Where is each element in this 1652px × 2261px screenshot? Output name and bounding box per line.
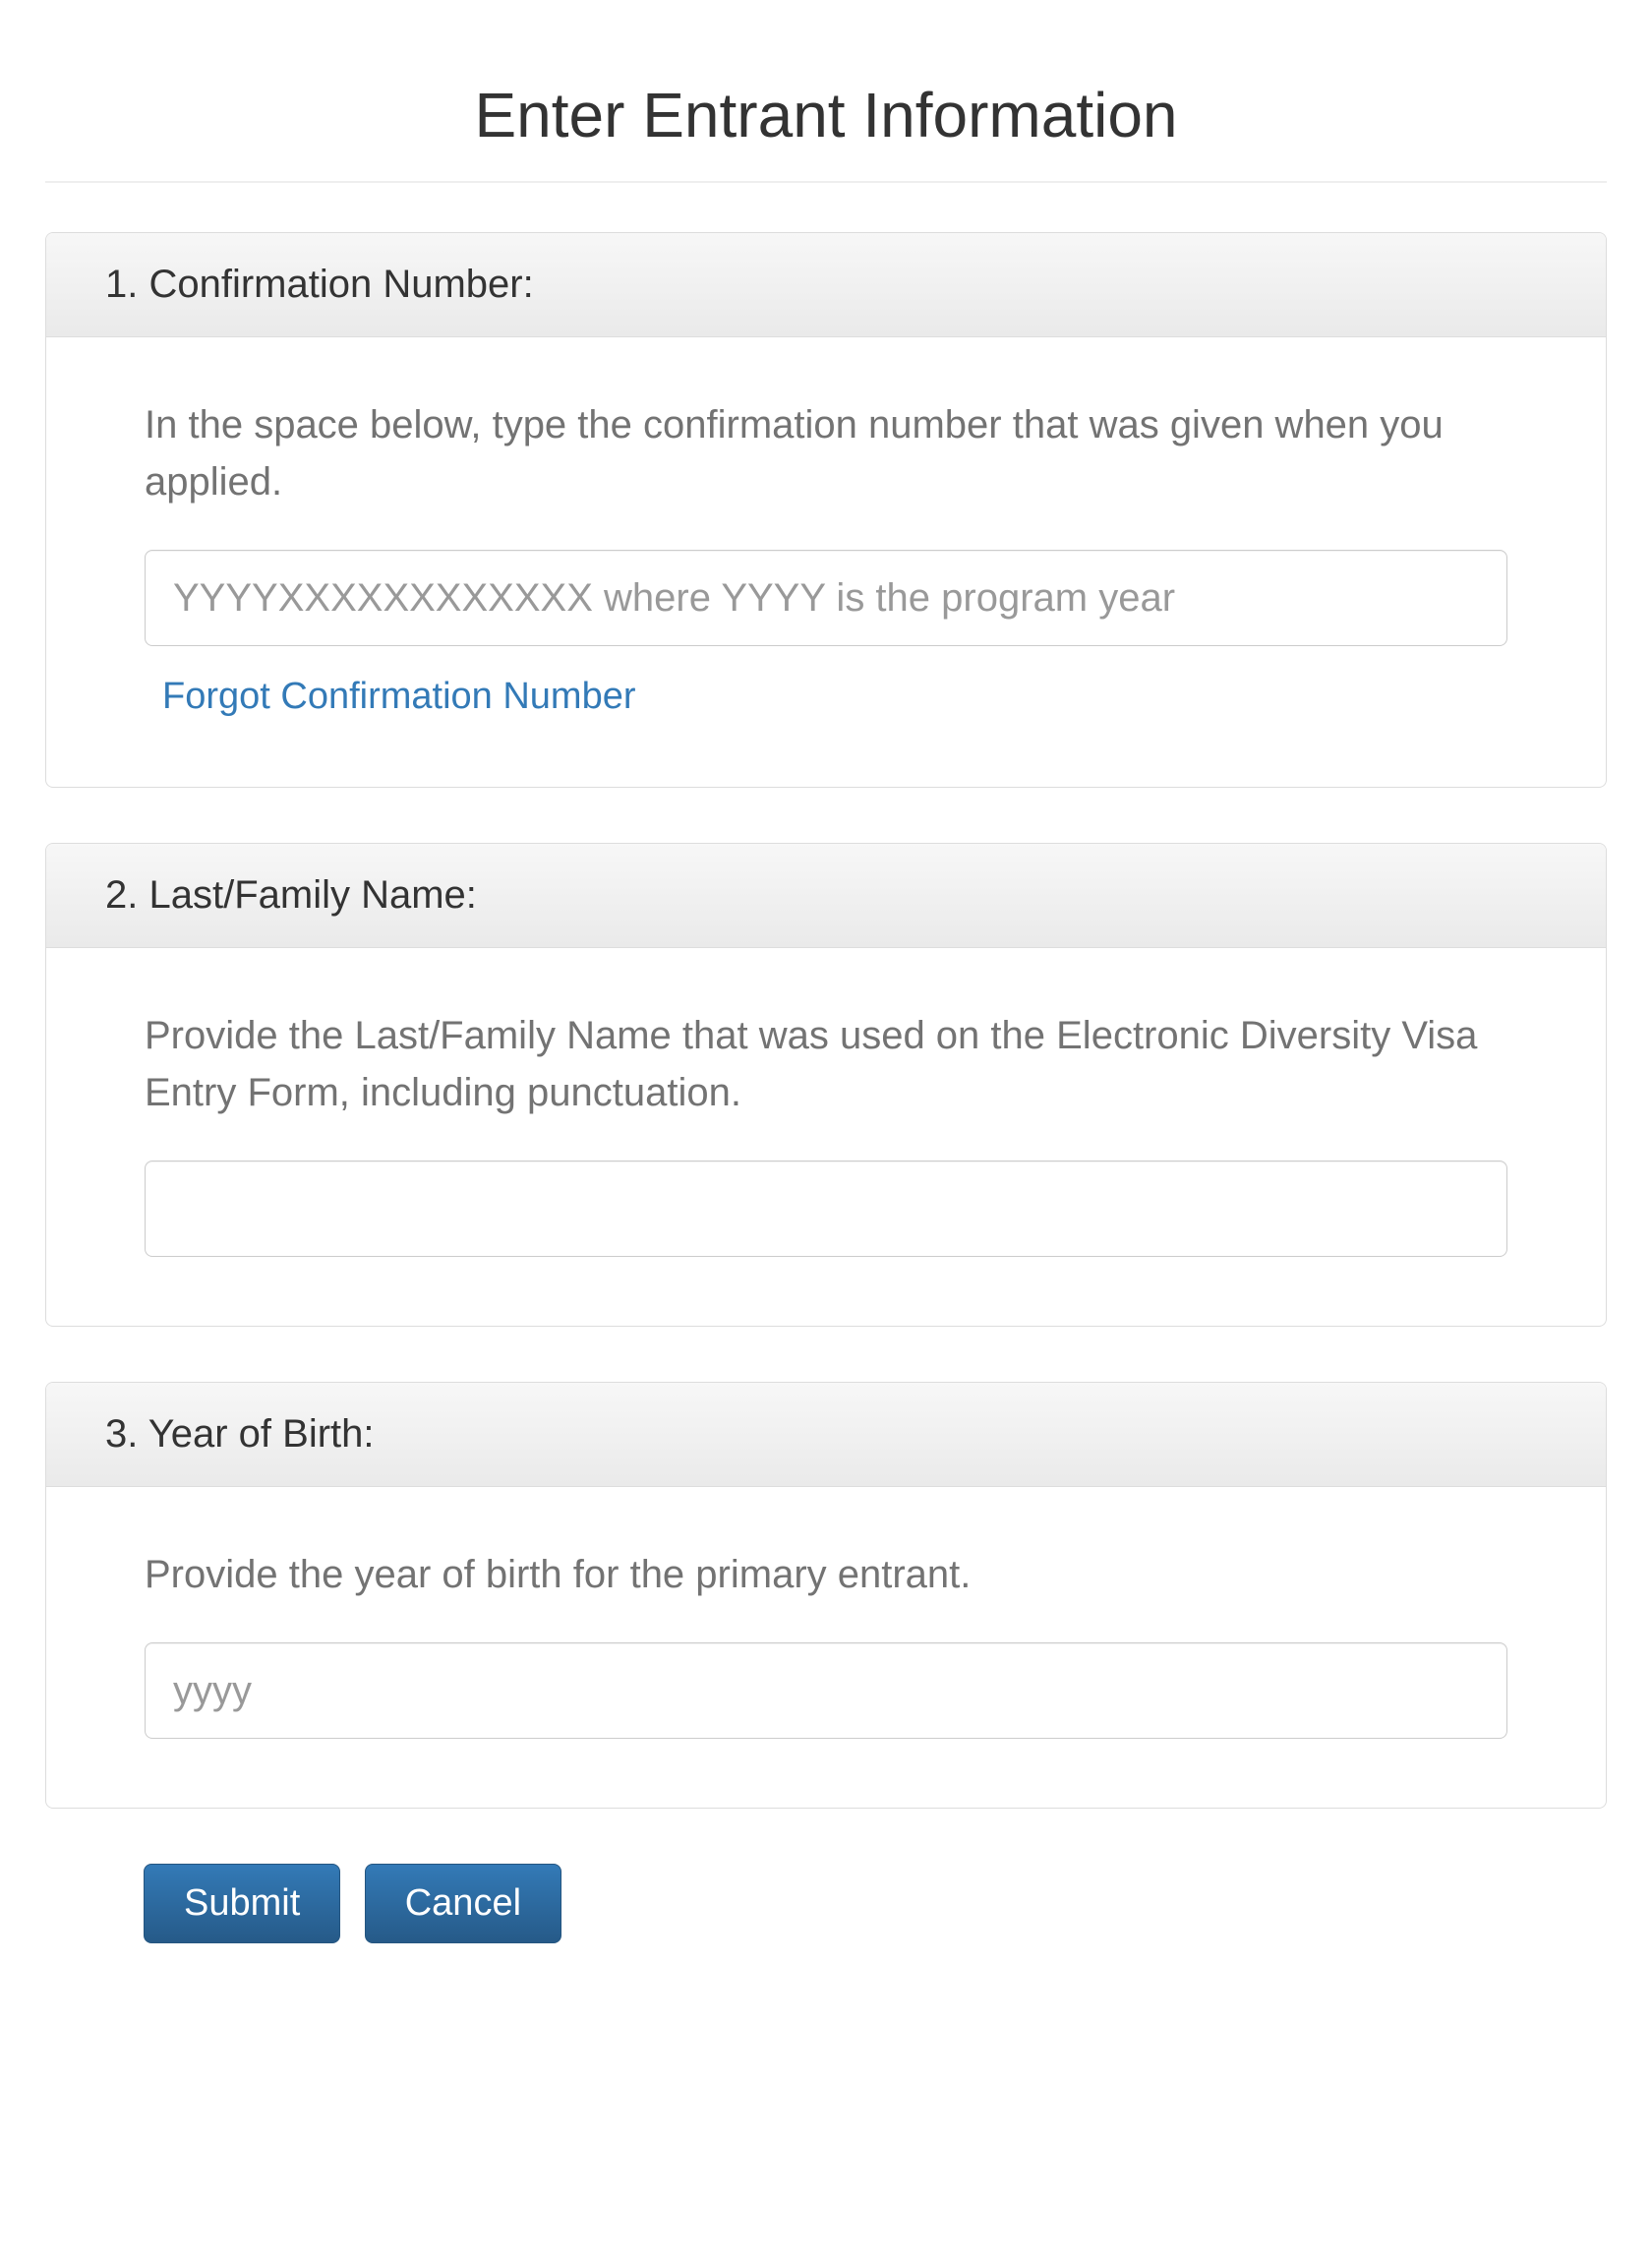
button-row: Submit Cancel xyxy=(45,1864,1607,1943)
cancel-button[interactable]: Cancel xyxy=(365,1864,561,1943)
panel-body-confirmation: In the space below, type the confirmatio… xyxy=(46,337,1606,787)
panel-body-yob: Provide the year of birth for the primar… xyxy=(46,1487,1606,1808)
lastname-input[interactable] xyxy=(145,1160,1507,1257)
help-text-yob: Provide the year of birth for the primar… xyxy=(145,1546,1507,1603)
divider xyxy=(45,181,1607,183)
panel-confirmation: 1. Confirmation Number: In the space bel… xyxy=(45,232,1607,788)
panel-heading-confirmation: 1. Confirmation Number: xyxy=(46,233,1606,337)
help-text-lastname: Provide the Last/Family Name that was us… xyxy=(145,1007,1507,1121)
panel-yob: 3. Year of Birth: Provide the year of bi… xyxy=(45,1382,1607,1809)
forgot-confirmation-link[interactable]: Forgot Confirmation Number xyxy=(162,676,636,718)
year-of-birth-input[interactable] xyxy=(145,1642,1507,1739)
page-title: Enter Entrant Information xyxy=(45,79,1607,151)
panel-body-lastname: Provide the Last/Family Name that was us… xyxy=(46,948,1606,1326)
panel-heading-lastname: 2. Last/Family Name: xyxy=(46,844,1606,948)
confirmation-number-input[interactable] xyxy=(145,550,1507,646)
submit-button[interactable]: Submit xyxy=(144,1864,340,1943)
help-text-confirmation: In the space below, type the confirmatio… xyxy=(145,396,1507,510)
page-container: Enter Entrant Information 1. Confirmatio… xyxy=(0,0,1652,2022)
panel-heading-yob: 3. Year of Birth: xyxy=(46,1383,1606,1487)
panel-lastname: 2. Last/Family Name: Provide the Last/Fa… xyxy=(45,843,1607,1327)
